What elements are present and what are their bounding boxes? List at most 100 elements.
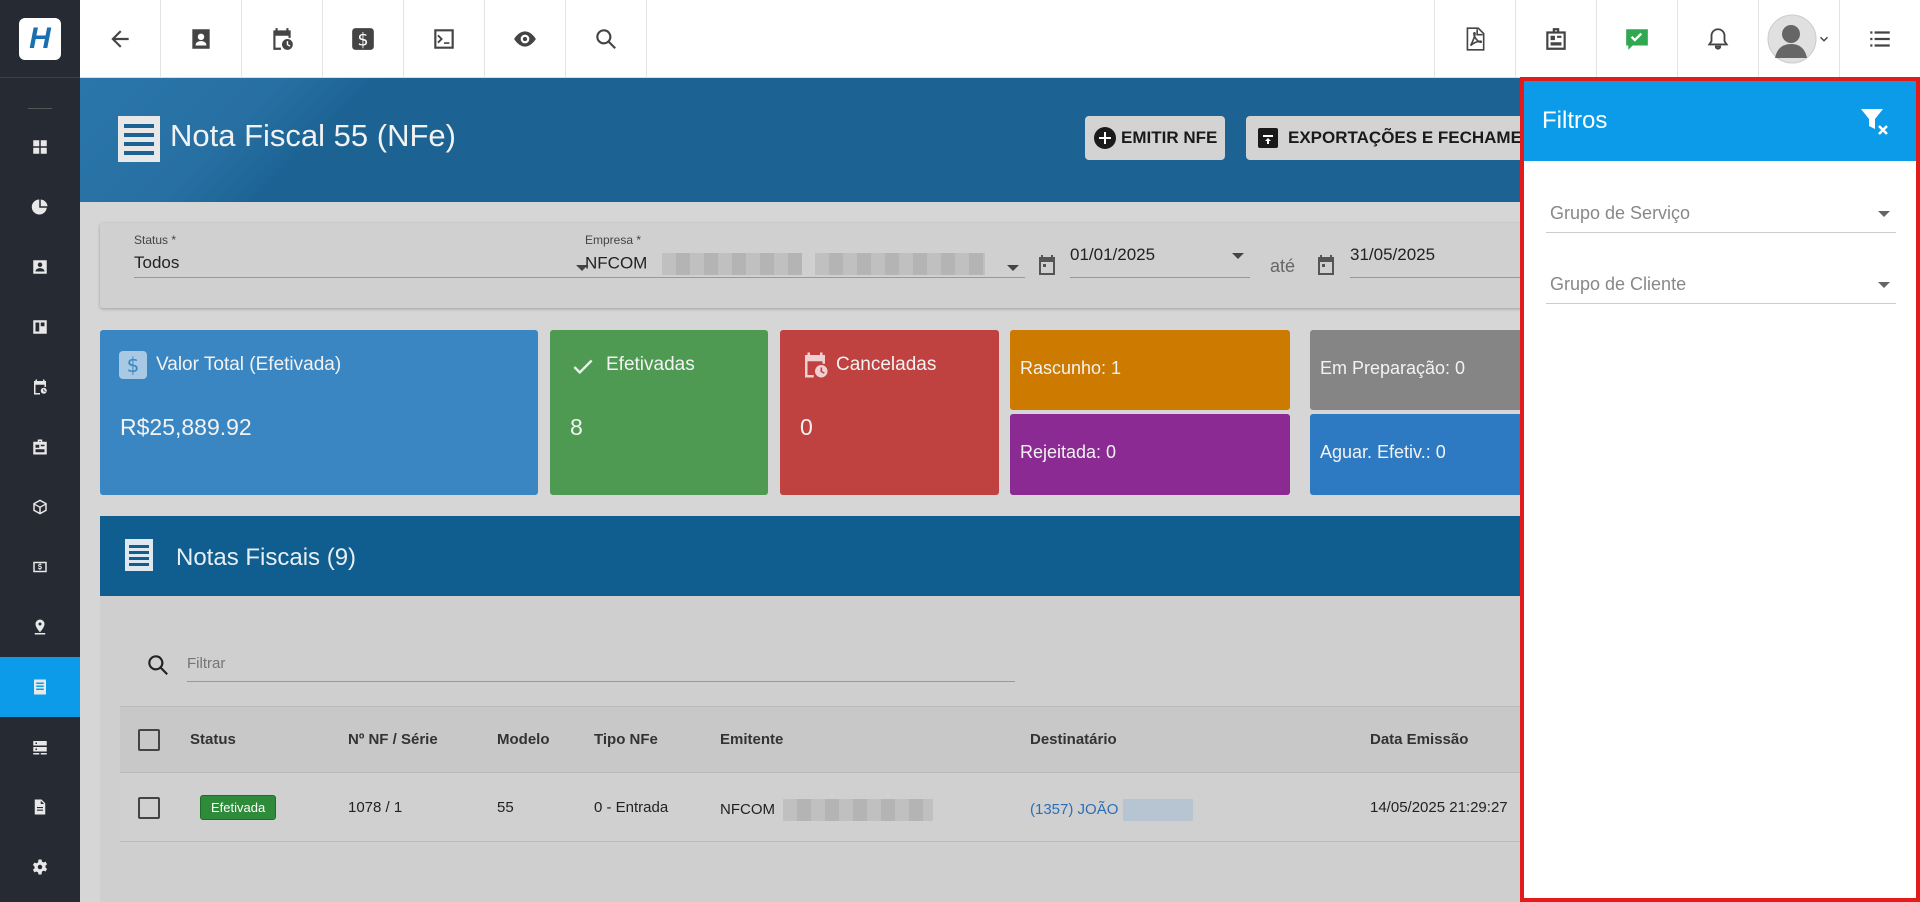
column-data[interactable]: Data Emissão bbox=[1370, 731, 1468, 748]
board-icon bbox=[33, 320, 47, 334]
calendar-clock-icon bbox=[34, 379, 47, 395]
arrow-left-icon bbox=[111, 30, 129, 48]
invoice-icon bbox=[118, 116, 160, 162]
app-logo: H bbox=[19, 17, 61, 60]
sidebar-item-invoices[interactable] bbox=[0, 657, 80, 717]
business-button[interactable] bbox=[1515, 0, 1596, 78]
stat-total-card[interactable]: $ Valor Total (Efetivada) R$25,889.92 bbox=[100, 330, 538, 495]
column-number[interactable]: Nº NF / Série bbox=[348, 731, 438, 748]
calendar-clock-icon bbox=[273, 28, 293, 50]
sidebar-item-schedule[interactable] bbox=[0, 357, 80, 417]
status-value: Todos bbox=[134, 253, 180, 272]
notes-section: Notas Fiscais (9) Status Nº NF / Série M… bbox=[100, 516, 1700, 902]
gear-icon bbox=[32, 859, 48, 875]
sidebar-divider bbox=[28, 108, 52, 109]
notifications-button[interactable] bbox=[1677, 0, 1758, 78]
finance-button[interactable]: $ bbox=[323, 0, 404, 78]
column-emitente[interactable]: Emitente bbox=[720, 731, 783, 748]
calendar-clock-icon bbox=[805, 352, 828, 378]
select-all-checkbox[interactable] bbox=[138, 729, 160, 751]
redacted-text bbox=[814, 253, 985, 275]
stat-rascunho-label: Rascunho: 1 bbox=[1020, 358, 1122, 378]
eye-icon bbox=[514, 31, 536, 47]
chevron-down-icon bbox=[1878, 211, 1890, 217]
cell-destinatario[interactable]: (1357) JOÃO bbox=[1030, 799, 1193, 821]
pie-chart-icon bbox=[31, 199, 48, 215]
grupo-cliente-select[interactable]: Grupo de Cliente bbox=[1546, 264, 1896, 304]
grupo-cliente-label: Grupo de Cliente bbox=[1550, 274, 1687, 294]
column-destinatario[interactable]: Destinatário bbox=[1030, 731, 1117, 748]
pdf-button[interactable] bbox=[1434, 0, 1515, 78]
stat-aguar-label: Aguar. Efetiv.: 0 bbox=[1320, 442, 1446, 462]
column-modelo[interactable]: Modelo bbox=[497, 731, 550, 748]
terminal-button[interactable] bbox=[404, 0, 485, 78]
stat-rejeitada-card[interactable]: Rejeitada: 0 bbox=[1010, 414, 1290, 495]
box-icon bbox=[33, 499, 47, 515]
back-button[interactable] bbox=[80, 0, 161, 78]
calendar-icon bbox=[1039, 255, 1055, 275]
row-checkbox[interactable] bbox=[138, 797, 160, 819]
date-from-input[interactable]: 01/01/2025 bbox=[1070, 245, 1250, 278]
destinatario-link[interactable]: (1357) JOÃO bbox=[1030, 801, 1118, 818]
empresa-label: Empresa * bbox=[585, 233, 642, 247]
top-toolbar: $ bbox=[80, 0, 1920, 78]
stat-total-value: R$25,889.92 bbox=[120, 414, 252, 440]
redacted-text bbox=[662, 253, 803, 275]
stat-efetivadas-card[interactable]: Efetivadas 8 bbox=[550, 330, 768, 495]
empresa-select[interactable]: Empresa * NFCOM bbox=[585, 233, 1025, 278]
status-select[interactable]: Status * Todos bbox=[134, 233, 594, 278]
tasks-button[interactable] bbox=[1596, 0, 1677, 78]
search-button[interactable] bbox=[566, 0, 647, 78]
svg-text:$: $ bbox=[127, 353, 140, 377]
sidebar-item-finance[interactable] bbox=[0, 537, 80, 597]
emit-nfe-label: EMITIR NFE bbox=[1121, 128, 1218, 147]
table-row[interactable]: Efetivada 1078 / 1 55 0 - Entrada NFCOM … bbox=[120, 772, 1700, 842]
filters-panel: Filtros Grupo de Serviço Grupo de Client… bbox=[1520, 77, 1920, 902]
app-logo-box[interactable]: H bbox=[0, 0, 80, 78]
stat-efetivadas-title: Efetivadas bbox=[606, 354, 695, 375]
list-menu-button[interactable] bbox=[1839, 0, 1920, 78]
stat-rascunho-card[interactable]: Rascunho: 1 bbox=[1010, 330, 1290, 410]
sidebar-item-contacts[interactable] bbox=[0, 237, 80, 297]
column-status[interactable]: Status bbox=[190, 731, 236, 748]
redacted-text bbox=[783, 799, 934, 821]
sidebar-item-business[interactable] bbox=[0, 417, 80, 477]
filters-panel-title: Filtros bbox=[1542, 107, 1608, 134]
filter-input[interactable] bbox=[187, 646, 1015, 682]
sidebar-item-settings[interactable] bbox=[0, 837, 80, 897]
sidebar-item-reports[interactable] bbox=[0, 177, 80, 237]
sidebar-item-servers[interactable] bbox=[0, 717, 80, 777]
status-label: Status * bbox=[134, 233, 177, 247]
clear-filter-icon[interactable] bbox=[1858, 105, 1890, 137]
grupo-servico-label: Grupo de Serviço bbox=[1550, 203, 1691, 223]
cell-emitente: NFCOM bbox=[720, 799, 934, 821]
invoice-icon bbox=[125, 539, 153, 571]
notes-title: Notas Fiscais (9) bbox=[176, 544, 357, 571]
filters-card: Status * Todos Empresa * NFCOM 01/01/202… bbox=[100, 223, 1700, 308]
sidebar-item-location[interactable] bbox=[0, 597, 80, 657]
emit-nfe-button[interactable]: EMITIR NFE bbox=[1085, 116, 1226, 160]
sidebar-item-products[interactable] bbox=[0, 477, 80, 537]
chevron-down-icon bbox=[1819, 36, 1829, 42]
notes-header: Notas Fiscais (9) bbox=[100, 516, 1700, 596]
column-tipo[interactable]: Tipo NFe bbox=[594, 731, 658, 748]
checked-chat-icon bbox=[1626, 29, 1648, 50]
grupo-servico-select[interactable]: Grupo de Serviço bbox=[1546, 193, 1896, 233]
bell-icon bbox=[1707, 28, 1729, 50]
contacts-button[interactable] bbox=[161, 0, 242, 78]
calendar-icon bbox=[1318, 255, 1334, 275]
view-button[interactable] bbox=[485, 0, 566, 78]
cell-number: 1078 / 1 bbox=[348, 799, 403, 816]
table-header: Status Nº NF / Série Modelo Tipo NFe Emi… bbox=[120, 706, 1700, 772]
list-icon bbox=[1870, 31, 1890, 47]
cell-data: 14/05/2025 21:29:27 bbox=[1370, 799, 1508, 816]
sidebar-item-board[interactable] bbox=[0, 297, 80, 357]
stat-canceladas-card[interactable]: Canceladas 0 bbox=[780, 330, 999, 495]
filters-panel-header: Filtros bbox=[1524, 81, 1916, 161]
terminal-icon bbox=[434, 29, 454, 49]
sidebar-item-documents[interactable] bbox=[0, 777, 80, 837]
sidebar-item-dashboard[interactable] bbox=[0, 117, 80, 177]
empresa-value: NFCOM bbox=[585, 253, 648, 273]
user-menu-button[interactable] bbox=[1758, 0, 1839, 78]
schedule-button[interactable] bbox=[242, 0, 323, 78]
